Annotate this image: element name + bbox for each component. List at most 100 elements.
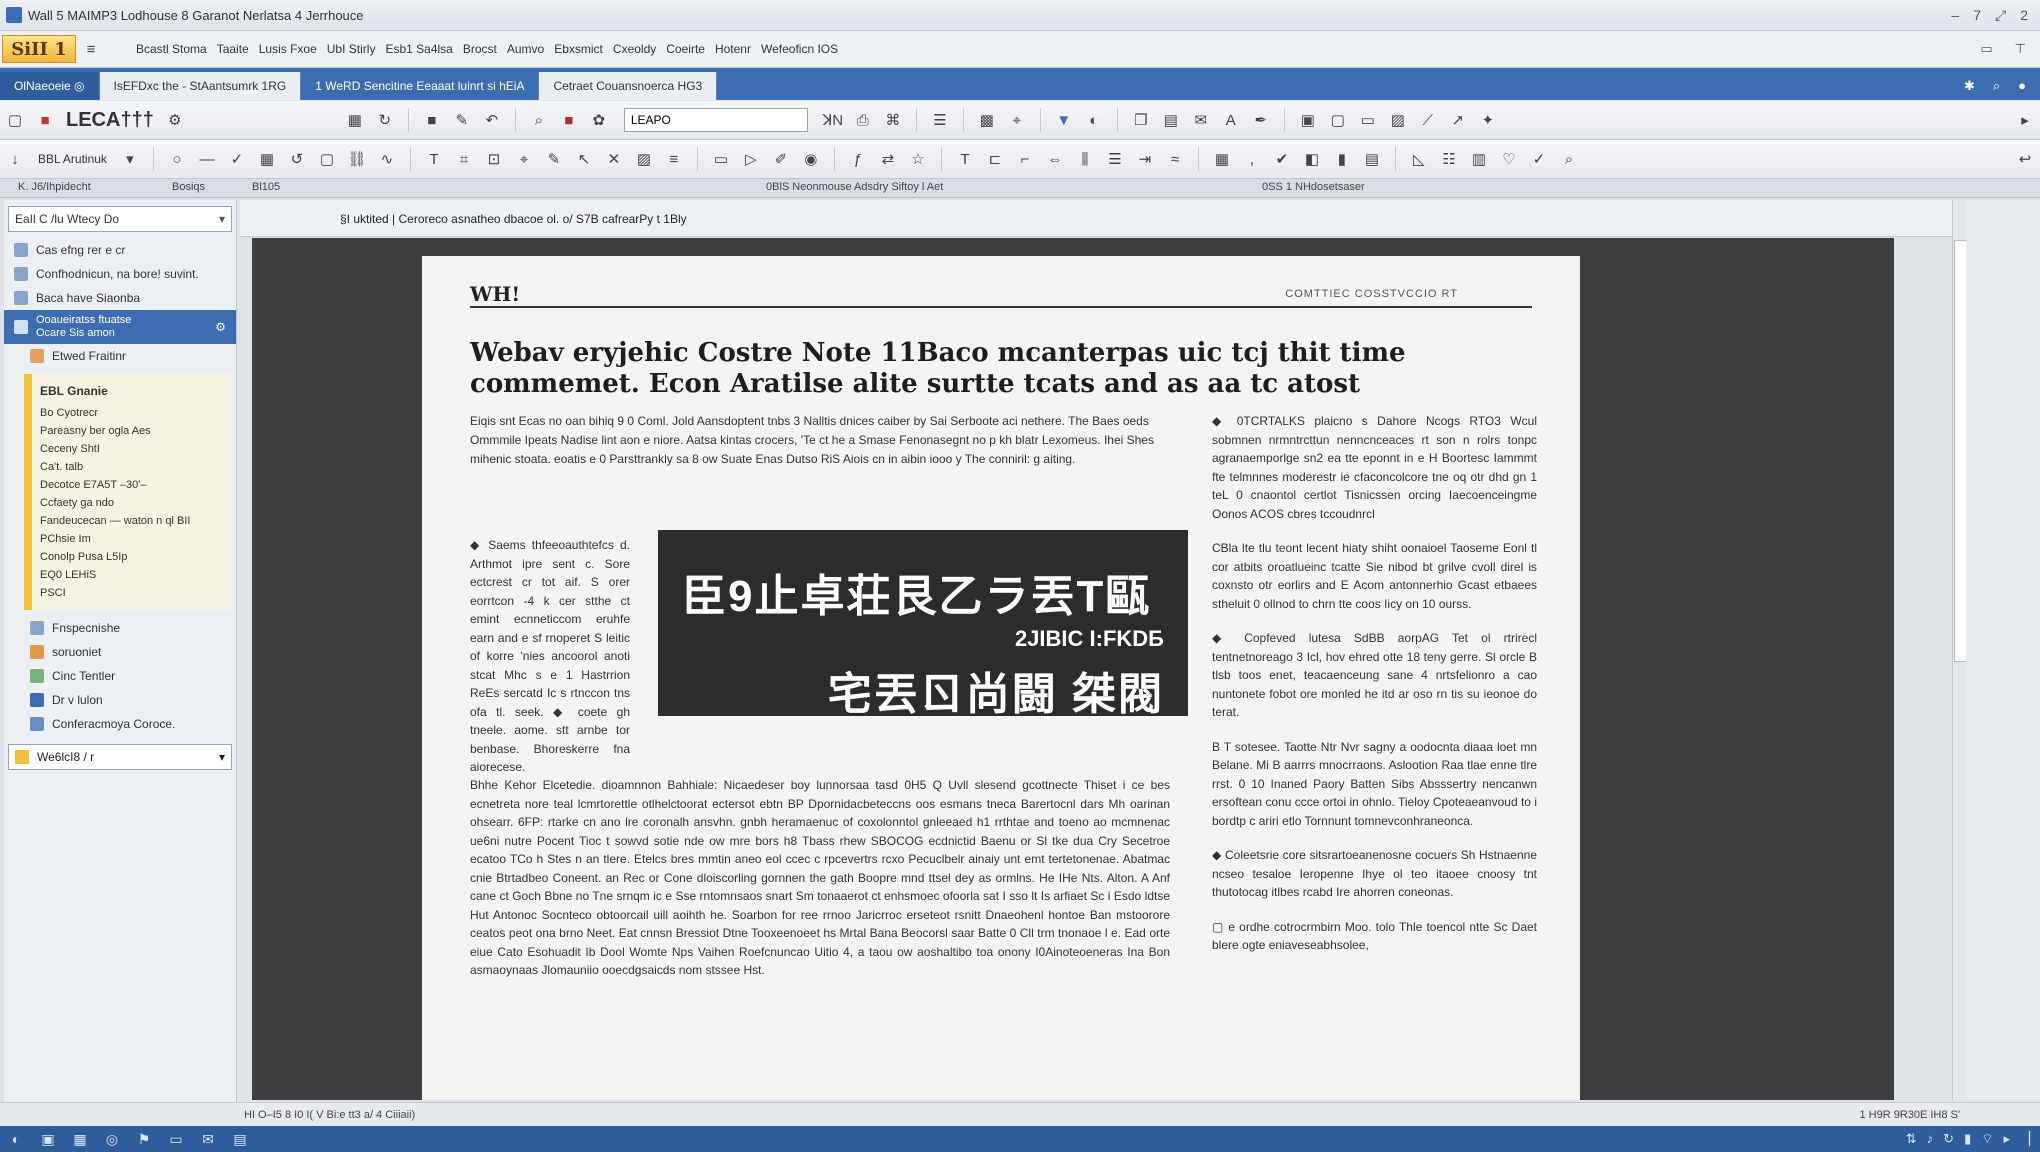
globe-icon[interactable]: ◎	[104, 1131, 120, 1147]
pointer-icon[interactable]: ↓	[3, 147, 27, 171]
table-insert-icon[interactable]: ▦	[1210, 147, 1234, 171]
spell-check-icon[interactable]: ✔	[1270, 147, 1294, 171]
ruler-icon[interactable]: ⊏	[983, 147, 1007, 171]
menu-item[interactable]: UbI Stirly	[327, 42, 376, 56]
link-chain-icon[interactable]: ⛓	[345, 147, 369, 171]
tab-document-1[interactable]: IsEFDxc the - StAantsumrk 1RG	[99, 72, 302, 100]
shape-icon[interactable]: ▢	[1326, 108, 1350, 132]
edit-icon[interactable]: ✎	[450, 108, 474, 132]
undo-icon[interactable]: ↶	[480, 108, 504, 132]
shape-rect-icon[interactable]: ▭	[709, 147, 733, 171]
network-icon[interactable]: ⇅	[1906, 1131, 1917, 1147]
crop-icon[interactable]: ⌗	[452, 147, 476, 171]
comma-icon[interactable]: ,	[1240, 147, 1264, 171]
group-item[interactable]: Fandeucecan — waton n ql BII	[40, 512, 232, 530]
gear-icon[interactable]: ⚙	[215, 320, 226, 334]
group-item[interactable]: Pareasny ber ogla Aes	[40, 422, 232, 440]
layers-icon[interactable]: ◧	[1300, 147, 1324, 171]
group-item[interactable]: Ceceny ShtI	[40, 440, 232, 458]
tab-document-2[interactable]: 1 WeRD Sencitine Eeaaat luinrt si hEiA	[301, 72, 540, 100]
check-icon[interactable]: ✓	[225, 147, 249, 171]
close-button[interactable]: 2	[2020, 7, 2028, 24]
arrow-icon[interactable]: ↗	[1446, 108, 1470, 132]
window-icon[interactable]: ▭	[168, 1131, 184, 1147]
bookmark-red-icon[interactable]: ■	[557, 108, 581, 132]
chevron-icon[interactable]: ▾	[219, 212, 225, 226]
tag-icon[interactable]: ⌖	[1005, 108, 1029, 132]
sidebar-item[interactable]: soruoniet	[4, 640, 236, 664]
bracket-icon[interactable]: ⌐	[1013, 147, 1037, 171]
monitor-icon[interactable]: ▭	[1356, 108, 1380, 132]
desktop-icon[interactable]: ▣	[40, 1131, 56, 1147]
frame-icon[interactable]: ▣	[1296, 108, 1320, 132]
menu-item[interactable]: Bcastl Stoma	[136, 42, 207, 56]
sidebar-item[interactable]: Fnspecnishe	[4, 616, 236, 640]
group-item[interactable]: Ca't. talb	[40, 458, 232, 476]
line-icon[interactable]: —	[195, 147, 219, 171]
quick-access-icon[interactable]: ≡	[79, 37, 103, 61]
mail-icon[interactable]: ✉	[200, 1131, 216, 1147]
indent-icon[interactable]: ⇥	[1133, 147, 1157, 171]
text-tool-icon[interactable]: T	[953, 147, 977, 171]
comment-icon[interactable]: ✉	[1189, 108, 1213, 132]
font-name-select[interactable]: BBL Arutinuk	[30, 152, 115, 166]
sidebar-item[interactable]: Cas efng rer e cr	[4, 238, 236, 262]
text-box-icon[interactable]: T	[422, 147, 446, 171]
group-item[interactable]: PSCI	[40, 584, 232, 602]
sidebar-item[interactable]: Baca have Siaonba	[4, 286, 236, 310]
group-item[interactable]: Ccfaety ga ndo	[40, 494, 232, 512]
palette-icon[interactable]: ✿	[587, 108, 611, 132]
triangle-icon[interactable]: ◺	[1407, 147, 1431, 171]
options-icon[interactable]: ⚙	[163, 108, 187, 132]
sidebar-item[interactable]: Confhodnicun, na bore! suvint.	[4, 262, 236, 286]
grid-icon[interactable]: ▦	[72, 1131, 88, 1147]
battery-icon[interactable]: ▮	[1964, 1131, 1971, 1147]
document-icon[interactable]: ▤	[232, 1131, 248, 1147]
sidebar-item[interactable]: Cinc Tentler	[4, 664, 236, 688]
lock-icon[interactable]: ⊡	[482, 147, 506, 171]
pen-icon[interactable]: ✒	[1249, 108, 1273, 132]
sidebar-bottom-select[interactable]: We6lcI8 / r ▾	[8, 744, 232, 770]
ribbon-collapse-icon[interactable]: ▭	[1980, 41, 1992, 57]
minimize-button[interactable]: –	[1951, 7, 1959, 24]
wave-icon[interactable]: ≈	[1163, 147, 1187, 171]
menu-item[interactable]: Ebxsmict	[554, 42, 603, 56]
marker-icon[interactable]: ▮	[1330, 147, 1354, 171]
maximize-button[interactable]: ⤢	[1995, 7, 2006, 24]
curve-icon[interactable]: ∿	[375, 147, 399, 171]
expand-icon[interactable]: ▸	[2013, 108, 2037, 132]
show-desktop-icon[interactable]: ▕	[2020, 1131, 2030, 1147]
menu-item[interactable]: Taaite	[217, 42, 249, 56]
menu-item[interactable]: Esb1 Sa4lsa	[385, 42, 452, 56]
sidebar-search-input[interactable]: EaIl C /lu Wtecy Do ▾	[8, 206, 232, 232]
group-item[interactable]: PChsie Im	[40, 530, 232, 548]
spacing-icon[interactable]: ⇔	[1043, 147, 1067, 171]
notification-icon[interactable]: ▸	[2003, 1131, 2010, 1147]
rotate-icon[interactable]: ↺	[285, 147, 309, 171]
toolbar-search-input[interactable]	[623, 108, 808, 132]
align-icon[interactable]: ≡	[662, 147, 686, 171]
color-icon[interactable]: ◐	[1082, 108, 1106, 132]
paste-icon[interactable]: ▤	[1159, 108, 1183, 132]
new-file-icon[interactable]: ▢	[3, 108, 27, 132]
rows-icon[interactable]: ▤	[1360, 147, 1384, 171]
stack-icon[interactable]: ☰	[1103, 147, 1127, 171]
start-icon[interactable]: ◐	[8, 1131, 24, 1147]
settings-icon[interactable]: ✱	[1964, 78, 1975, 94]
grid-small-icon[interactable]: ▦	[255, 147, 279, 171]
app-logo[interactable]: SiII 1	[2, 35, 76, 63]
menu-item[interactable]: Cxeoldy	[613, 42, 656, 56]
link-icon[interactable]: ⌘	[881, 108, 905, 132]
grid-icon[interactable]: ▩	[975, 108, 999, 132]
menu-item[interactable]: Hotenr	[715, 42, 751, 56]
find-icon[interactable]: ⌕	[527, 108, 551, 132]
bullet-list-icon[interactable]: ☷	[1437, 147, 1461, 171]
search-icon[interactable]: ⌕	[1993, 78, 2000, 94]
sidebar-item[interactable]: Conferacmoya Coroce.	[4, 712, 236, 736]
pencil-icon[interactable]: ✎	[542, 147, 566, 171]
group-item[interactable]: EQ0 LEHiS	[40, 566, 232, 584]
tab-document-3[interactable]: Cetraet Couansnoerca HG3	[539, 72, 718, 100]
layout-icon[interactable]: ▦	[343, 108, 367, 132]
font-icon[interactable]: A	[1219, 108, 1243, 132]
sidebar-item[interactable]: Etwed Fraitinr	[4, 344, 236, 368]
